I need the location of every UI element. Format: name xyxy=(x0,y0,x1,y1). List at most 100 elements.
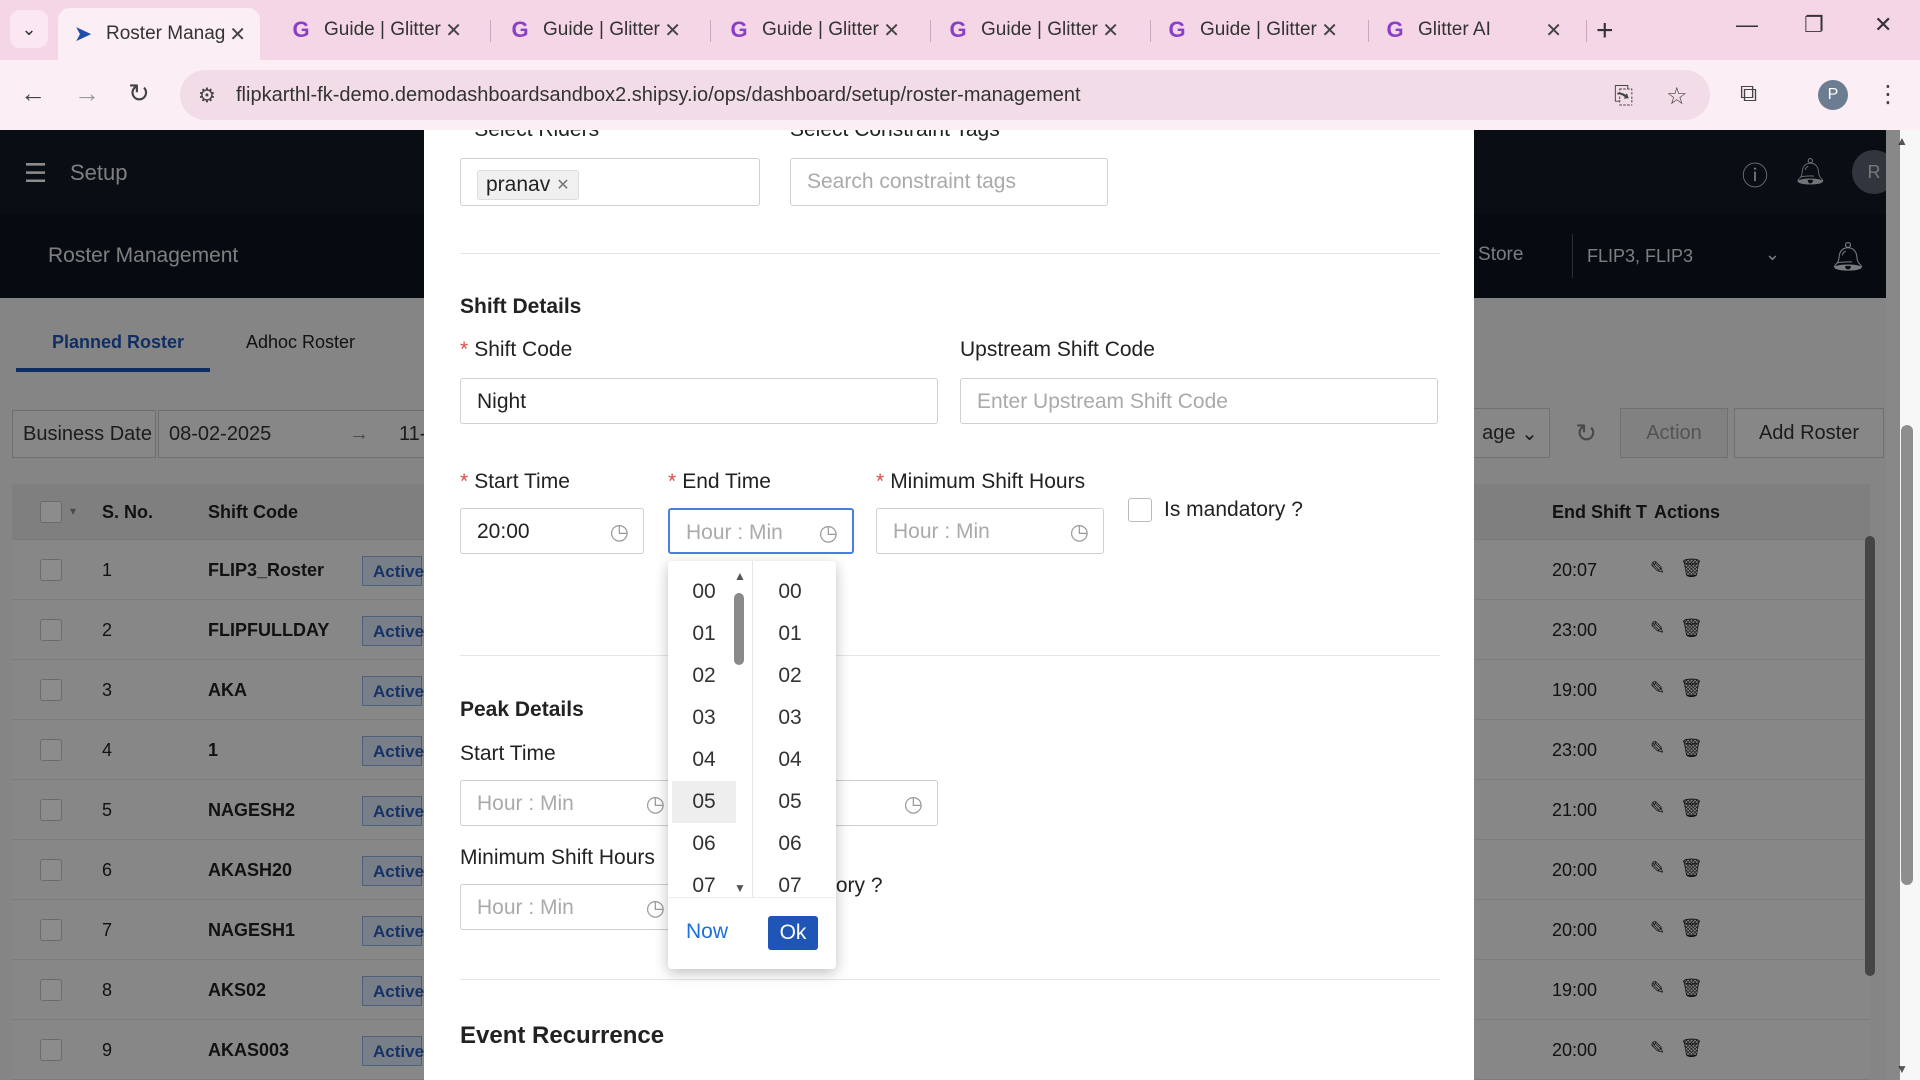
tab-title: Roster Manag xyxy=(106,23,226,44)
glitter-icon: G xyxy=(730,17,748,42)
minute-option[interactable]: 01 xyxy=(758,613,822,655)
shift-code-input[interactable]: Night xyxy=(460,378,938,424)
constraint-tags-label: Select Constraint Tags xyxy=(790,130,1000,142)
install-app-icon[interactable]: ⎘ xyxy=(1614,82,1633,110)
close-icon[interactable]: ✕ xyxy=(445,18,462,43)
minute-option[interactable]: 06 xyxy=(758,823,822,865)
picker-footer: Now Ok xyxy=(668,897,836,969)
url-field[interactable]: ⚙ flipkarthl-fk-demo.demodashboardsandbo… xyxy=(180,70,1710,120)
peak-start-time-input[interactable]: Hour : Min ◷ xyxy=(460,780,680,826)
divider xyxy=(460,253,1440,254)
glitter-icon: G xyxy=(511,17,529,42)
tab-guide-2[interactable]: G Guide | Glitter ✕ xyxy=(495,8,695,52)
constraint-tags-input[interactable]: Search constraint tags xyxy=(790,158,1108,206)
shift-code-text: Shift Code xyxy=(474,338,573,361)
close-icon[interactable]: ✕ xyxy=(664,18,681,43)
peak-min-hours-label: Minimum Shift Hours xyxy=(460,846,655,869)
address-bar-row: ← → ↻ ⚙ flipkarthl-fk-demo.demodashboard… xyxy=(0,60,1920,130)
peak-start-placeholder: Hour : Min xyxy=(477,792,574,815)
close-icon[interactable]: ✕ xyxy=(1321,18,1338,43)
start-time-text: Start Time xyxy=(474,470,570,493)
clock-icon: ◷ xyxy=(818,520,838,545)
select-riders-label: *Select Riders xyxy=(460,130,599,142)
select-riders-text: Select Riders xyxy=(474,130,599,141)
extensions-icon[interactable]: ⧉ xyxy=(1740,80,1757,108)
start-time-input[interactable]: 20:00 ◷ xyxy=(460,508,644,554)
new-tab-button[interactable]: + xyxy=(1596,14,1614,48)
minute-option[interactable]: 05 xyxy=(758,781,822,823)
close-icon[interactable]: ✕ xyxy=(1102,18,1119,43)
glitter-icon: G xyxy=(292,17,310,42)
profile-avatar[interactable]: P xyxy=(1818,80,1848,110)
event-recurrence-title: Event Recurrence xyxy=(460,1022,665,1049)
minute-option[interactable]: 00 xyxy=(758,571,822,613)
browser-tab-bar: ⌄ ➤ Roster Manag ✕ G Guide | Glitter ✕ G… xyxy=(0,0,1920,60)
tab-guide-5[interactable]: G Guide | Glitter ✕ xyxy=(1152,8,1352,52)
minutes-column[interactable]: 00 01 02 03 04 05 06 07 xyxy=(758,571,822,907)
is-mandatory-checkbox[interactable] xyxy=(1128,498,1152,522)
end-time-input[interactable]: Hour : Min ◷ xyxy=(668,508,854,554)
hour-option[interactable]: 02 xyxy=(672,655,736,697)
add-roster-modal: *Select Riders Select Constraint Tags pr… xyxy=(424,130,1474,1080)
back-icon[interactable]: ← xyxy=(20,78,46,109)
tab-search-button[interactable]: ⌄ xyxy=(10,10,48,48)
hour-option[interactable]: 06 xyxy=(672,823,736,865)
glitter-icon: G xyxy=(1386,17,1404,42)
peak-details-title: Peak Details xyxy=(460,698,584,721)
peak-min-hours-placeholder: Hour : Min xyxy=(477,896,574,919)
rider-chip-label: pranav xyxy=(486,173,551,196)
tab-separator xyxy=(1368,20,1369,42)
site-info-icon[interactable]: ⚙ xyxy=(198,83,216,108)
minimize-icon[interactable]: — xyxy=(1736,12,1758,38)
end-time-label: * End Time xyxy=(668,470,771,493)
peak-start-time-label: Start Time xyxy=(460,742,556,765)
tab-roster-management[interactable]: ➤ Roster Manag ✕ xyxy=(58,8,260,60)
tab-separator xyxy=(710,20,711,42)
scroll-down-icon[interactable]: ▼ xyxy=(734,881,746,895)
clock-icon: ◷ xyxy=(645,791,665,816)
restore-icon[interactable]: ❐ xyxy=(1804,12,1824,38)
minute-option[interactable]: 03 xyxy=(758,697,822,739)
hours-column[interactable]: 00 01 02 03 04 05 06 07 xyxy=(672,571,736,907)
hour-option[interactable]: 00 xyxy=(672,571,736,613)
ok-button[interactable]: Ok xyxy=(768,916,818,950)
tab-glitter-ai[interactable]: G Glitter AI ✕ xyxy=(1370,8,1576,52)
close-icon[interactable]: ✕ xyxy=(556,175,569,195)
hour-option[interactable]: 04 xyxy=(672,739,736,781)
close-icon[interactable]: ✕ xyxy=(229,22,246,47)
now-button[interactable]: Now xyxy=(686,920,728,944)
tab-title: Guide | Glitter xyxy=(543,19,660,40)
scroll-up-icon[interactable]: ▲ xyxy=(734,569,746,583)
clock-icon: ◷ xyxy=(1069,519,1089,544)
tab-separator xyxy=(490,20,491,42)
minute-option[interactable]: 04 xyxy=(758,739,822,781)
glitter-icon: G xyxy=(949,17,967,42)
close-icon[interactable]: ✕ xyxy=(883,18,900,43)
min-shift-hours-label: * Minimum Shift Hours xyxy=(876,470,1086,493)
peak-min-hours-input[interactable]: Hour : Min ◷ xyxy=(460,884,680,930)
tab-guide-3[interactable]: G Guide | Glitter ✕ xyxy=(714,8,914,52)
forward-icon[interactable]: → xyxy=(74,78,100,109)
reload-icon[interactable]: ↻ xyxy=(128,78,150,109)
hour-option[interactable]: 05 xyxy=(672,781,736,823)
hour-option[interactable]: 03 xyxy=(672,697,736,739)
peak-mandatory-label: tory ? xyxy=(830,874,883,897)
start-time-value: 20:00 xyxy=(477,520,530,543)
bookmark-star-icon[interactable]: ☆ xyxy=(1666,82,1688,111)
close-icon[interactable]: ✕ xyxy=(1545,18,1562,43)
hour-option[interactable]: 01 xyxy=(672,613,736,655)
select-riders-field[interactable]: pranav ✕ xyxy=(460,158,760,206)
tab-title: Guide | Glitter xyxy=(762,19,879,40)
tab-guide-1[interactable]: G Guide | Glitter ✕ xyxy=(276,8,476,52)
tab-title: Guide | Glitter xyxy=(981,19,1098,40)
end-time-placeholder: Hour : Min xyxy=(686,521,783,544)
end-time-text: End Time xyxy=(682,470,771,493)
minute-option[interactable]: 02 xyxy=(758,655,822,697)
upstream-shift-code-input[interactable]: Enter Upstream Shift Code xyxy=(960,378,1438,424)
kebab-menu-icon[interactable]: ⋮ xyxy=(1876,80,1900,109)
hours-scrollbar-thumb[interactable] xyxy=(734,593,744,665)
window-close-icon[interactable]: ✕ xyxy=(1874,12,1892,38)
tab-guide-4[interactable]: G Guide | Glitter ✕ xyxy=(933,8,1133,52)
page-scrollbar-thumb[interactable] xyxy=(1901,425,1913,885)
min-shift-hours-input[interactable]: Hour : Min ◷ xyxy=(876,508,1104,554)
